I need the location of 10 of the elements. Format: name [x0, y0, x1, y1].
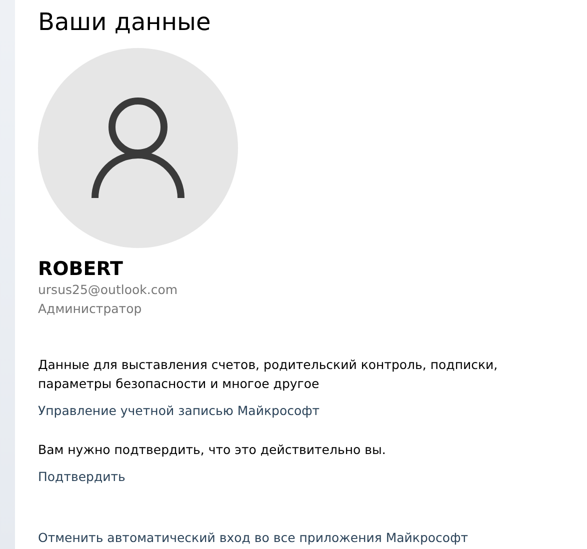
- account-email: ursus25@outlook.com: [38, 281, 179, 299]
- person-icon: [91, 96, 185, 200]
- account-link[interactable]: Управление учетной записью Майкрософт: [38, 401, 320, 420]
- account-link[interactable]: Подтвердить: [38, 467, 126, 486]
- description-text: Данные для выставления счетов, родительский контроль, подписки, параметры безопасности и многое другое: [38, 356, 499, 393]
- account-role: Администратор: [38, 300, 143, 318]
- account-link[interactable]: Отменить автоматический вход во все приложения Майкрософт: [38, 528, 468, 547]
- account-name: ROBERT: [38, 258, 124, 280]
- page-title: Ваши данные: [38, 7, 212, 38]
- description-text: Вам нужно подтвердить, что это действительно вы.: [38, 441, 387, 459]
